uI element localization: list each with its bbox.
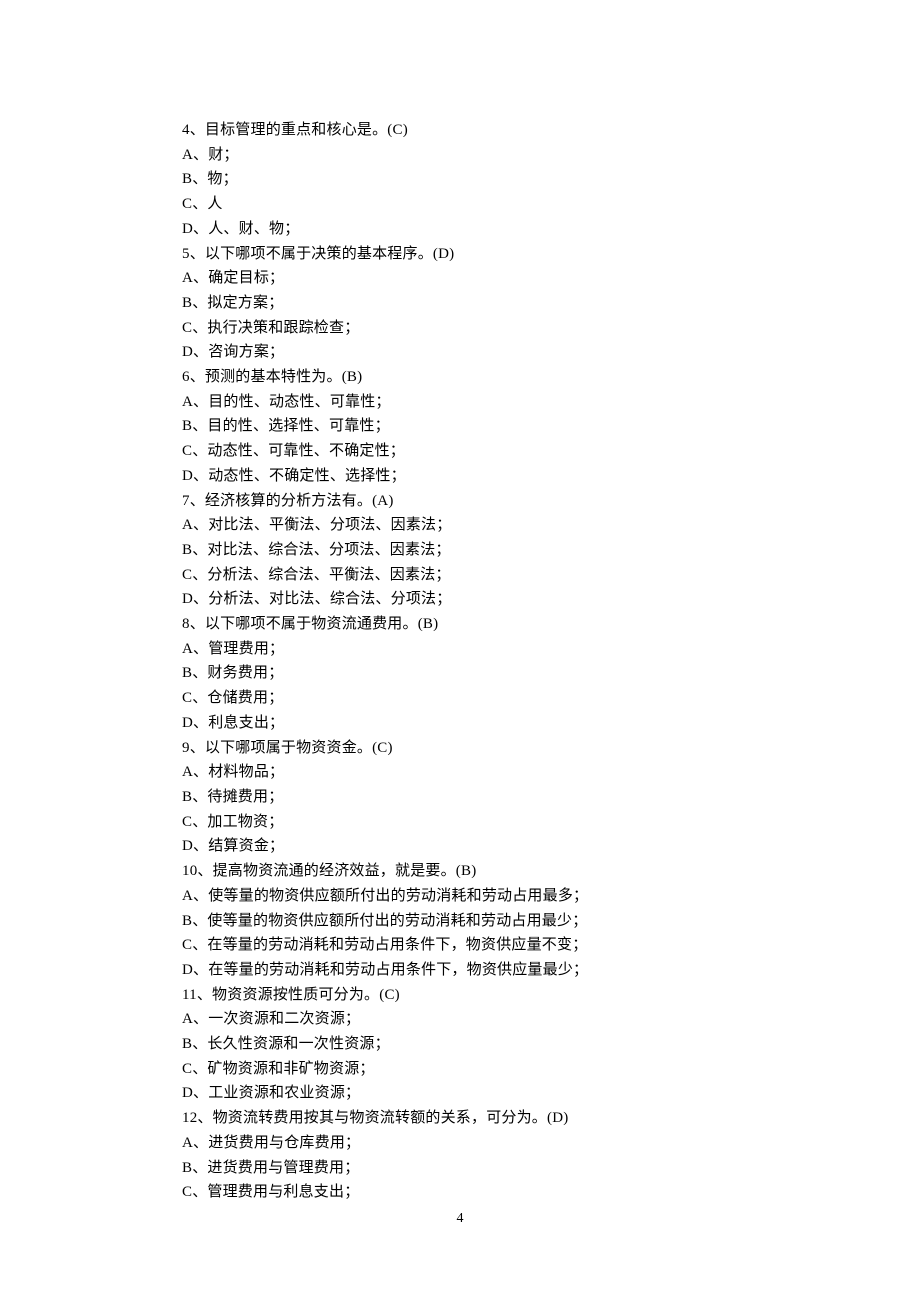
text-line: B、使等量的物资供应额所付出的劳动消耗和劳动占用最少； — [182, 909, 720, 934]
text-line: A、材料物品； — [182, 760, 720, 785]
text-line: A、进货费用与仓库费用； — [182, 1131, 720, 1156]
text-line: D、利息支出； — [182, 711, 720, 736]
text-line: 9、以下哪项属于物资资金。(C) — [182, 736, 720, 761]
text-line: A、一次资源和二次资源； — [182, 1007, 720, 1032]
text-line: D、分析法、对比法、综合法、分项法； — [182, 587, 720, 612]
text-line: 6、预测的基本特性为。(B) — [182, 365, 720, 390]
text-line: D、结算资金； — [182, 834, 720, 859]
text-line: C、矿物资源和非矿物资源； — [182, 1057, 720, 1082]
text-line: A、目的性、动态性、可靠性； — [182, 390, 720, 415]
text-line: 11、物资资源按性质可分为。(C) — [182, 983, 720, 1008]
text-line: B、待摊费用； — [182, 785, 720, 810]
text-line: A、对比法、平衡法、分项法、因素法； — [182, 513, 720, 538]
text-line: B、财务费用； — [182, 661, 720, 686]
text-line: 8、以下哪项不属于物资流通费用。(B) — [182, 612, 720, 637]
text-line: C、管理费用与利息支出； — [182, 1180, 720, 1205]
text-line: A、使等量的物资供应额所付出的劳动消耗和劳动占用最多； — [182, 884, 720, 909]
text-line: B、对比法、综合法、分项法、因素法； — [182, 538, 720, 563]
text-line: C、人 — [182, 192, 720, 217]
text-line: A、确定目标； — [182, 266, 720, 291]
text-line: C、在等量的劳动消耗和劳动占用条件下，物资供应量不变； — [182, 933, 720, 958]
text-line: D、咨询方案； — [182, 340, 720, 365]
text-line: B、长久性资源和一次性资源； — [182, 1032, 720, 1057]
text-line: D、动态性、不确定性、选择性； — [182, 464, 720, 489]
text-line: B、目的性、选择性、可靠性； — [182, 414, 720, 439]
text-line: D、人、财、物； — [182, 217, 720, 242]
document-body: 4、目标管理的重点和核心是。(C) A、财； B、物； C、人 D、人、财、物；… — [0, 0, 720, 1205]
text-line: 10、提高物资流通的经济效益，就是要。(B) — [182, 859, 720, 884]
text-line: D、在等量的劳动消耗和劳动占用条件下，物资供应量最少； — [182, 958, 720, 983]
text-line: 12、物资流转费用按其与物资流转额的关系，可分为。(D) — [182, 1106, 720, 1131]
text-line: B、进货费用与管理费用； — [182, 1156, 720, 1181]
text-line: 5、以下哪项不属于决策的基本程序。(D) — [182, 242, 720, 267]
page-number: 4 — [0, 1211, 920, 1227]
text-line: C、执行决策和跟踪检查； — [182, 316, 720, 341]
text-line: C、分析法、综合法、平衡法、因素法； — [182, 563, 720, 588]
text-line: C、仓储费用； — [182, 686, 720, 711]
text-line: C、动态性、可靠性、不确定性； — [182, 439, 720, 464]
text-line: 4、目标管理的重点和核心是。(C) — [182, 118, 720, 143]
text-line: 7、经济核算的分析方法有。(A) — [182, 489, 720, 514]
text-line: C、加工物资； — [182, 810, 720, 835]
text-line: B、物； — [182, 167, 720, 192]
text-line: A、财； — [182, 143, 720, 168]
text-line: A、管理费用； — [182, 637, 720, 662]
text-line: D、工业资源和农业资源； — [182, 1081, 720, 1106]
text-line: B、拟定方案； — [182, 291, 720, 316]
